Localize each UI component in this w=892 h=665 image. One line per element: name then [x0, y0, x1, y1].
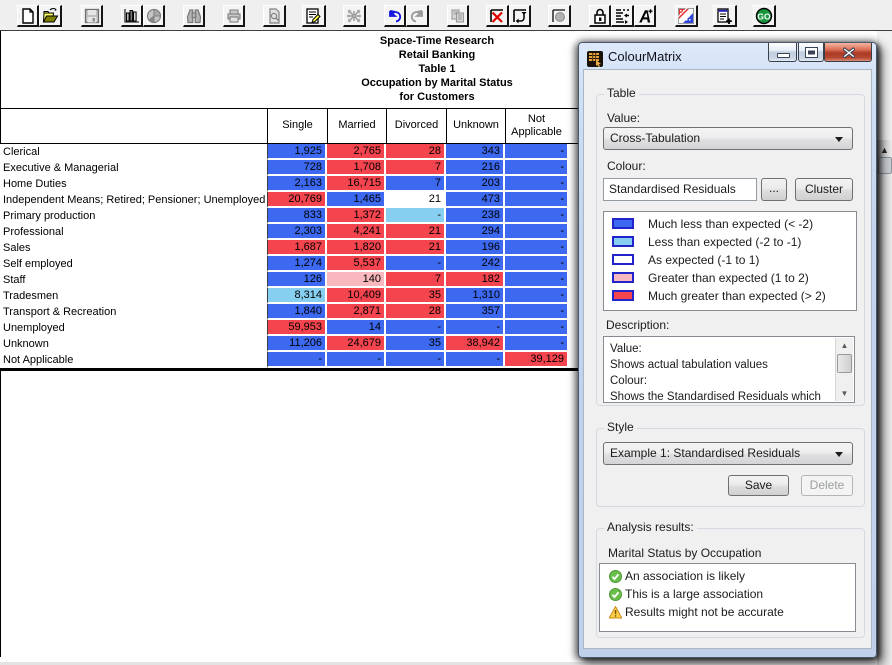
svg-text:GO: GO	[757, 12, 771, 22]
